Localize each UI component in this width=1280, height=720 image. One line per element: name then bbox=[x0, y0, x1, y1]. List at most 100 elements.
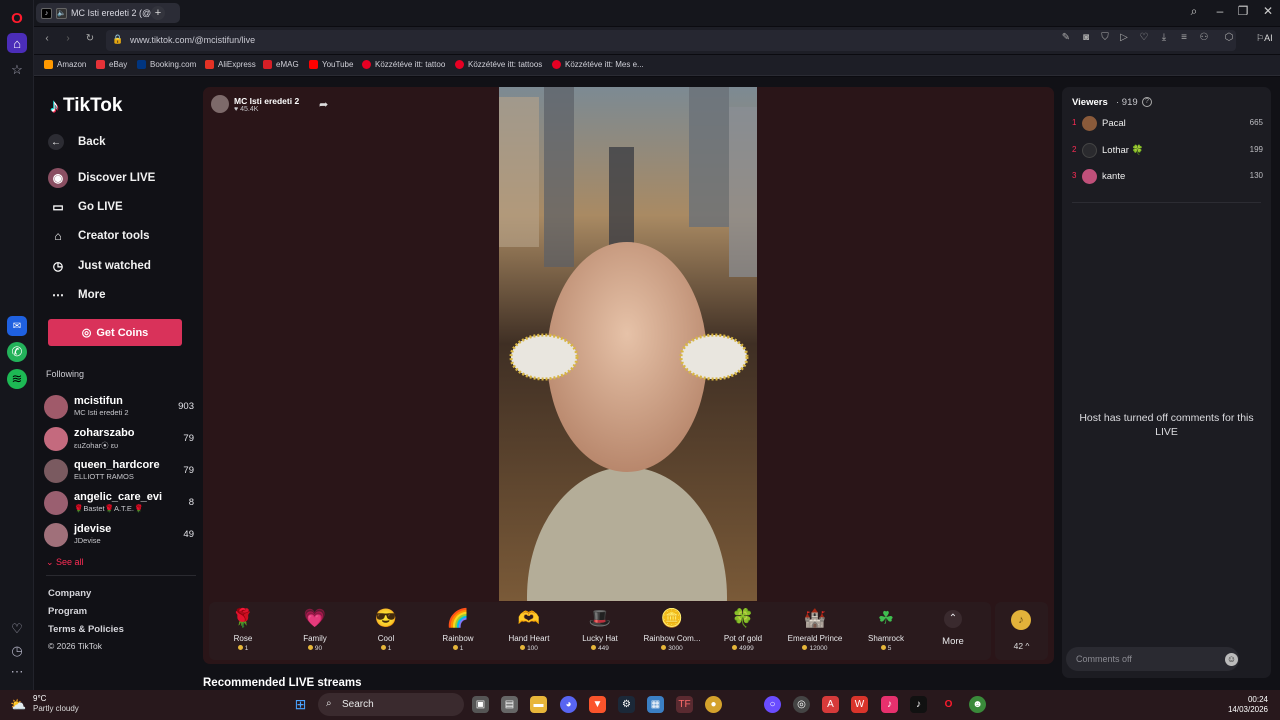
footer-program[interactable]: Program bbox=[48, 606, 87, 617]
chrome-icon[interactable]: ◎ bbox=[793, 696, 810, 713]
gift-shamrock[interactable]: ☘ Shamrock 5 bbox=[851, 606, 921, 652]
bookmark-youtube[interactable]: YouTube bbox=[309, 60, 353, 69]
live-video[interactable] bbox=[499, 87, 757, 601]
gift-rose[interactable]: 🌹 Rose 1 bbox=[208, 606, 278, 652]
bookmark-emag[interactable]: eMAG bbox=[263, 60, 299, 69]
forward-icon[interactable]: › bbox=[61, 33, 75, 44]
tiktok-icon[interactable]: ♪ bbox=[910, 696, 927, 713]
nav-back[interactable]: ← Back bbox=[48, 131, 106, 153]
clock-time: 00:24 bbox=[1247, 695, 1268, 704]
bookmark-pinterest-2[interactable]: Közzétéve itt: tattoos bbox=[455, 60, 542, 69]
camera-icon[interactable]: ◙ bbox=[1079, 32, 1093, 43]
share-icon[interactable]: ➦ bbox=[319, 98, 328, 111]
extensions-icon[interactable]: ⬡ bbox=[1222, 32, 1236, 43]
bookmark-aliexpress[interactable]: AliExpress bbox=[205, 60, 256, 69]
whatsapp-icon[interactable]: ✆ bbox=[7, 342, 27, 362]
windows-start-icon[interactable]: ⊞ bbox=[292, 696, 309, 713]
host-avatar[interactable] bbox=[211, 95, 229, 113]
gift-family[interactable]: 💗 Family 90 bbox=[280, 606, 350, 652]
widgets-icon[interactable]: ▤ bbox=[501, 696, 518, 713]
see-all-link[interactable]: ⌄ See all bbox=[46, 557, 84, 568]
tiktok-pink-icon[interactable]: ♪ bbox=[881, 696, 898, 713]
bookmark-booking[interactable]: Booking.com bbox=[137, 60, 196, 69]
mute-icon[interactable]: 🔈 bbox=[56, 7, 67, 19]
file-explorer-icon[interactable]: ▬ bbox=[530, 696, 547, 713]
brave-icon[interactable]: ▼ bbox=[589, 696, 606, 713]
steam-icon[interactable]: ⚙ bbox=[618, 696, 635, 713]
coin-balance[interactable]: ♪ 42 ^ bbox=[995, 602, 1048, 660]
bookmark-ebay[interactable]: eBay bbox=[96, 60, 127, 69]
minimize-button[interactable]: – bbox=[1210, 4, 1230, 18]
nav-more[interactable]: ⋯ More bbox=[48, 284, 105, 306]
game-app-icon[interactable]: ☻ bbox=[969, 696, 986, 713]
viewer-row[interactable]: 3 kante 130 bbox=[1072, 168, 1263, 186]
viewer-row[interactable]: 2 Lothar 🍀 199 bbox=[1072, 142, 1263, 160]
download-icon[interactable]: ⤓ bbox=[1157, 32, 1171, 43]
wps-icon[interactable]: W bbox=[851, 696, 868, 713]
gift-cool[interactable]: 😎 Cool 1 bbox=[351, 606, 421, 652]
following-nickname: ELLIOTT RAMOS bbox=[74, 472, 134, 481]
profile-icon[interactable]: ⚇ bbox=[1197, 32, 1211, 43]
opera-logo-icon[interactable]: O bbox=[7, 8, 27, 28]
get-coins-button[interactable]: ◎ Get Coins bbox=[48, 319, 182, 346]
comment-input[interactable]: Comments off bbox=[1066, 647, 1239, 671]
more-dots-icon[interactable]: ⋯ bbox=[7, 662, 27, 682]
opera-icon[interactable]: O bbox=[940, 696, 957, 713]
heart-icon[interactable]: ♡ bbox=[7, 619, 27, 639]
bookmark-amazon[interactable]: Amazon bbox=[44, 60, 86, 69]
nav-creator-tools[interactable]: ⌂ Creator tools bbox=[48, 225, 149, 247]
messenger-icon[interactable]: ✉ bbox=[7, 316, 27, 336]
gift-lucky-hat[interactable]: 🎩 Lucky Hat 449 bbox=[565, 606, 635, 652]
following-item[interactable]: queen_hardcore ELLIOTT RAMOS 79 bbox=[44, 457, 194, 485]
coin-app-icon[interactable]: ● bbox=[705, 696, 722, 713]
footer-terms[interactable]: Terms & Policies bbox=[48, 624, 124, 635]
discord-icon[interactable]: ◕ bbox=[560, 696, 577, 713]
footer-company[interactable]: Company bbox=[48, 588, 91, 599]
gift-rainbow[interactable]: 🌈 Rainbow 1 bbox=[423, 606, 493, 652]
nav-go-live[interactable]: ▭ Go LIVE bbox=[48, 196, 122, 218]
taskbar-search[interactable]: ⌕ Search bbox=[318, 693, 464, 716]
viewer-row[interactable]: 1 Pacal 665 bbox=[1072, 115, 1263, 133]
nav-discover-live[interactable]: ◉ Discover LIVE bbox=[48, 167, 155, 189]
spotify-icon[interactable]: ≋ bbox=[7, 369, 27, 389]
heart-icon[interactable]: ♡ bbox=[1137, 32, 1151, 43]
circle-app-icon[interactable]: ○ bbox=[764, 696, 781, 713]
task-view-icon[interactable]: ▣ bbox=[472, 696, 489, 713]
gift-hand-heart[interactable]: 🫶 Hand Heart 100 bbox=[494, 606, 564, 652]
reload-icon[interactable]: ↻ bbox=[83, 33, 97, 44]
aria-ai-button[interactable]: ⚐AI bbox=[1256, 33, 1273, 44]
history-icon[interactable]: ◷ bbox=[7, 641, 27, 661]
menu-icon[interactable]: ≡ bbox=[1177, 32, 1191, 43]
gift-emerald-prince[interactable]: 🏰 Emerald Prince 12000 bbox=[780, 606, 850, 652]
play-icon[interactable]: ▷ bbox=[1117, 32, 1131, 43]
following-item[interactable]: jdevise JDevise 49 bbox=[44, 521, 194, 549]
following-item[interactable]: zoharszabo εuZohar⦿ ευ 79 bbox=[44, 425, 194, 453]
adobe-icon[interactable]: A bbox=[822, 696, 839, 713]
bookmark-pinterest-1[interactable]: Közzétéve itt: tattoo bbox=[362, 60, 445, 69]
host-name[interactable]: MC Isti eredeti 2 bbox=[234, 96, 299, 106]
maximize-button[interactable]: ❐ bbox=[1233, 4, 1253, 18]
edit-icon[interactable]: ✎ bbox=[1059, 32, 1073, 43]
back-icon[interactable]: ‹ bbox=[40, 33, 54, 44]
following-item[interactable]: angelic_care_evi 🌹Bastet🌹A.T.E.🌹 8 bbox=[44, 489, 194, 517]
bookmark-label: AliExpress bbox=[218, 60, 256, 69]
tf-app-icon[interactable]: TF bbox=[676, 696, 693, 713]
home-icon[interactable]: ⌂ bbox=[7, 33, 27, 53]
bookmark-star-icon[interactable]: ☆ bbox=[7, 60, 27, 80]
gifts-more-button[interactable]: ⌃ More bbox=[918, 606, 988, 647]
bookmark-pinterest-3[interactable]: Közzétéve itt: Mes e... bbox=[552, 60, 644, 69]
new-tab-button[interactable]: + bbox=[151, 6, 165, 20]
emoji-icon[interactable]: ☺ bbox=[1225, 653, 1238, 666]
shield-icon[interactable]: ⛉ bbox=[1098, 32, 1112, 43]
tiktok-logo[interactable]: ♪ TikTok bbox=[50, 95, 122, 117]
bookmark-label: Közzétéve itt: tattoo bbox=[375, 60, 446, 69]
help-icon[interactable]: ? bbox=[1142, 97, 1152, 107]
gift-pot-of-gold[interactable]: 🍀 Pot of gold 4999 bbox=[708, 606, 778, 652]
weather-icon[interactable]: ⛅ bbox=[10, 696, 27, 713]
close-window-button[interactable]: ✕ bbox=[1258, 4, 1278, 18]
search-tabs-icon[interactable]: ⌕ bbox=[1184, 4, 1204, 19]
gift-rainbow-com[interactable]: 🪙 Rainbow Com... 3000 bbox=[637, 606, 707, 652]
photos-icon[interactable]: ▦ bbox=[647, 696, 664, 713]
following-item[interactable]: mcistifun MC Isti eredeti 2 903 bbox=[44, 393, 194, 421]
nav-just-watched[interactable]: ◷ Just watched bbox=[48, 255, 151, 277]
